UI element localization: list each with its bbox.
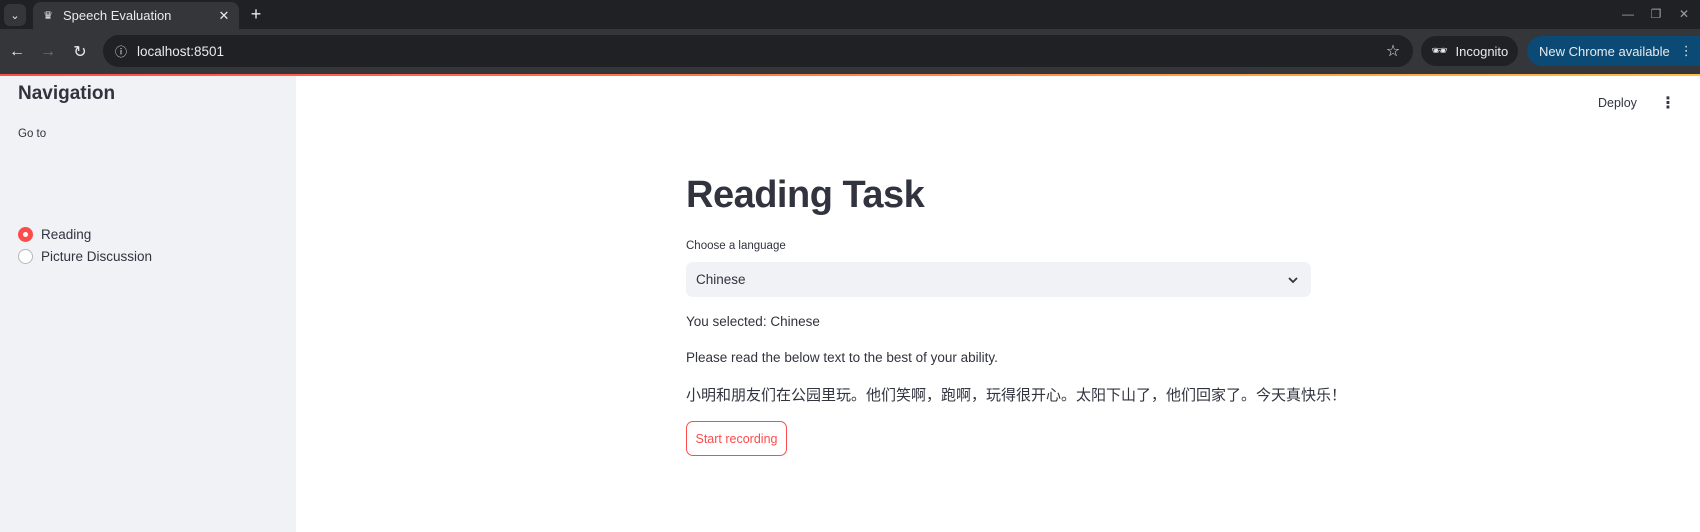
address-url[interactable]: localhost:8501 <box>137 44 1381 59</box>
radio-button-checked[interactable] <box>18 227 33 242</box>
new-tab-plus-icon[interactable]: + <box>246 4 266 24</box>
instruction-text: Please read the below text to the best o… <box>686 350 998 365</box>
page-title: Reading Task <box>686 174 925 216</box>
forward-arrow-icon[interactable]: → <box>34 38 62 66</box>
browser-tab-strip: ⌄ ♛ Speech Evaluation ✕ + — ❐ ✕ <box>0 0 1700 29</box>
address-bar[interactable]: ⓘ localhost:8501 ☆ <box>103 35 1413 67</box>
chevron-down-icon <box>1285 272 1301 288</box>
incognito-label: Incognito <box>1455 43 1509 59</box>
bookmark-star-icon[interactable]: ☆ <box>1381 39 1405 63</box>
radio-group-label: Go to <box>18 128 47 140</box>
start-recording-button[interactable]: Start recording <box>686 421 787 456</box>
window-close-icon[interactable]: ✕ <box>1672 4 1696 24</box>
radio-option-label: Picture Discussion <box>41 249 153 264</box>
radio-option-label: Reading <box>41 227 92 242</box>
language-select-label: Choose a language <box>686 240 786 252</box>
sidebar <box>0 76 296 532</box>
incognito-icon: 🕶 <box>1431 43 1448 58</box>
browser-tab[interactable]: ♛ Speech Evaluation ✕ <box>33 2 239 29</box>
site-info-icon[interactable]: ⓘ <box>111 41 131 61</box>
streamlit-crown-icon: ♛ <box>43 10 53 22</box>
reload-icon[interactable]: ↻ <box>66 38 94 66</box>
language-select-value: Chinese <box>696 272 746 287</box>
radio-option-reading[interactable]: Reading <box>18 227 91 242</box>
back-arrow-icon[interactable]: ← <box>3 38 31 66</box>
radio-button[interactable] <box>18 249 33 264</box>
sidebar-title: Navigation <box>18 83 116 104</box>
main-menu-icon[interactable]: ⋮ <box>1660 93 1676 113</box>
menu-kebab-icon: ⋮ <box>1679 43 1693 58</box>
browser-toolbar: ← → ↻ ⓘ localhost:8501 ☆ 🕶 Incognito New… <box>0 29 1700 74</box>
reading-passage: 小明和朋友们在公园里玩。他们笑啊，跑啊，玩得很开心。太阳下山了，他们回家了。今天… <box>686 387 1347 404</box>
radio-option-picture-discussion[interactable]: Picture Discussion <box>18 249 152 264</box>
update-label: New Chrome available <box>1539 43 1670 59</box>
chrome-update-button[interactable]: New Chrome available ⋮ <box>1527 36 1700 66</box>
tab-title: Speech Evaluation <box>63 8 172 23</box>
tab-close-icon[interactable]: ✕ <box>215 7 233 25</box>
minimize-icon[interactable]: — <box>1616 4 1640 24</box>
deploy-button[interactable]: Deploy <box>1598 96 1637 110</box>
incognito-badge[interactable]: 🕶 Incognito <box>1421 36 1519 66</box>
language-select[interactable]: Chinese <box>686 262 1311 297</box>
restore-icon[interactable]: ❐ <box>1644 4 1668 24</box>
selected-language-text: You selected: Chinese <box>686 314 820 329</box>
tab-search-chevron-icon[interactable]: ⌄ <box>4 4 26 26</box>
